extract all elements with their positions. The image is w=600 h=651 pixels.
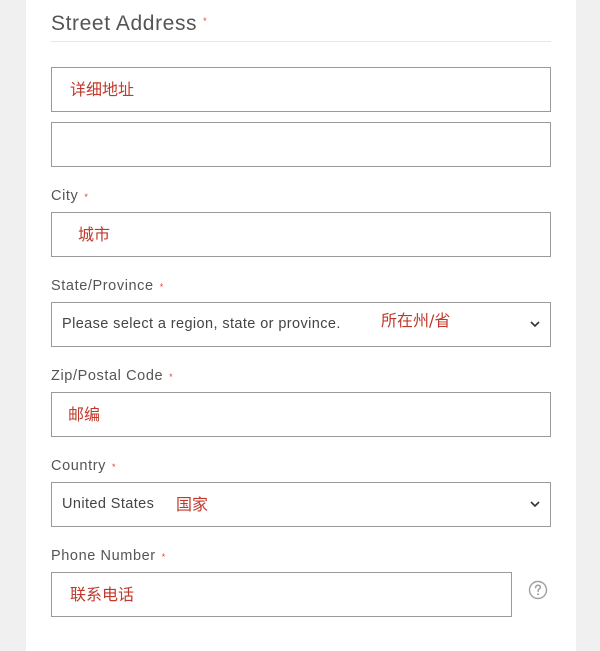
required-mark: * [159, 282, 164, 292]
country-select[interactable]: United States 国家 [51, 482, 551, 527]
phone-input[interactable]: 联系电话 [51, 572, 512, 617]
country-selected-value: United States [62, 496, 155, 512]
required-mark: * [169, 372, 174, 382]
state-label-text: State/Province [51, 278, 154, 294]
country-hint: 国家 [176, 495, 209, 514]
question-circle-icon[interactable] [528, 580, 548, 600]
country-label-text: Country [51, 458, 106, 474]
state-hint: 所在州/省 [381, 311, 451, 330]
chevron-down-icon [530, 501, 540, 508]
required-mark: * [203, 16, 208, 26]
required-mark: * [111, 462, 117, 472]
phone-label-text: Phone Number [51, 548, 156, 564]
state-select[interactable]: Please select a region, state or provinc… [51, 302, 551, 347]
city-input[interactable]: 城市 [51, 212, 551, 257]
phone-label: Phone Number * [51, 548, 166, 564]
street-address-label: Street Address [51, 12, 198, 35]
zip-hint: 邮编 [68, 405, 101, 424]
street-line1-hint: 详细地址 [70, 80, 135, 99]
zip-label-text: Zip/Postal Code [51, 368, 164, 384]
zip-input[interactable]: 邮编 [51, 392, 551, 437]
street-line2-input[interactable] [51, 122, 551, 167]
street-line1-input[interactable]: 详细地址 [51, 67, 551, 112]
section-divider [51, 41, 551, 42]
city-hint: 城市 [78, 225, 111, 244]
chevron-down-icon [530, 321, 540, 328]
phone-hint: 联系电话 [70, 585, 135, 604]
city-label: City * [51, 188, 88, 204]
required-mark: * [84, 192, 89, 202]
required-mark: * [161, 552, 166, 562]
country-label: Country * [51, 458, 116, 474]
street-address-title: Street Address * [51, 12, 207, 36]
state-selected-value: Please select a region, state or provinc… [62, 316, 341, 332]
zip-label: Zip/Postal Code * [51, 368, 173, 384]
state-label: State/Province * [51, 278, 164, 294]
city-label-text: City [51, 188, 79, 204]
